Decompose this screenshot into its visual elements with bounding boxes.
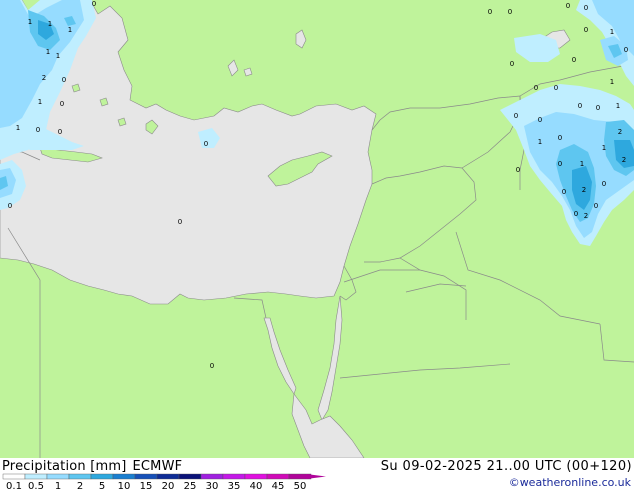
legend-swatch: [200, 473, 224, 480]
precipitation-legend: 0.1 0.5 1 2 5 10 15 20 25 30 35 40 45 50: [2, 473, 326, 490]
precip-value: 0: [510, 60, 514, 68]
precip-value: 0: [210, 362, 214, 370]
valid-time: Su 09-02-2025 21..00 UTC (00+120): [380, 459, 632, 474]
precip-value: 0: [178, 218, 182, 226]
precip-value: 2: [584, 212, 588, 220]
legend-swatch: [244, 473, 268, 480]
precip-value: 0: [92, 0, 96, 8]
precip-value: 0: [624, 46, 628, 54]
precip-value: 0: [566, 2, 570, 10]
precip-value: 0: [578, 102, 582, 110]
precip-value: 0: [58, 128, 62, 136]
legend-tick-label: 45: [272, 481, 285, 490]
precip-value: 0: [8, 202, 12, 210]
legend-tick-label: 35: [228, 481, 241, 490]
legend-tick-label: 0.5: [28, 481, 44, 490]
precip-value: 2: [42, 74, 46, 82]
legend-tick-label: 5: [99, 481, 105, 490]
precip-value: 1: [28, 18, 32, 26]
precip-value: 0: [596, 104, 600, 112]
precip-value: 1: [538, 138, 542, 146]
legend-swatch: [46, 473, 70, 480]
legend-swatch: [68, 473, 92, 480]
precip-value: 1: [602, 144, 606, 152]
forecast-map-view: 1 1 1 1 1 2 0 1 0 1 0 0 0 0 0 0 0 0 0 0 …: [0, 0, 634, 490]
legend-swatch: [222, 473, 246, 480]
legend-swatch: [2, 473, 26, 480]
legend-tick-labels: 0.1 0.5 1 2 5 10 15 20 25 30 35 40 45 50: [6, 481, 306, 490]
precip-value: 0: [36, 126, 40, 134]
precip-value: 0: [554, 84, 558, 92]
legend-swatch: [156, 473, 180, 480]
precip-value: 1: [616, 102, 620, 110]
precip-value: 0: [558, 134, 562, 142]
legend-tick-label: 2: [77, 481, 83, 490]
legend-tick-label: 50: [294, 481, 307, 490]
product-title: Precipitation [mm] ECMWF: [2, 459, 188, 474]
product-name: Precipitation [mm]: [2, 459, 127, 474]
precip-value: 1: [68, 26, 72, 34]
legend-tick-label: 15: [140, 481, 153, 490]
precip-value: 1: [48, 20, 52, 28]
precip-value: 0: [558, 160, 562, 168]
legend-swatch: [266, 473, 290, 480]
precip-value: 0: [584, 4, 588, 12]
precip-value: 0: [508, 8, 512, 16]
legend-swatch: [90, 473, 114, 480]
precip-value: 0: [62, 76, 66, 84]
precip-value: 0: [594, 202, 598, 210]
precip-value: 0: [574, 210, 578, 218]
legend-swatch: [112, 473, 136, 480]
precip-value: 2: [582, 186, 586, 194]
legend-tick-label: 20: [162, 481, 175, 490]
legend-arrow: [306, 474, 326, 479]
legend-swatch: [178, 473, 202, 480]
model-name: ECMWF: [132, 459, 183, 474]
legend-tick-label: 1: [55, 481, 61, 490]
precip-value: 0: [488, 8, 492, 16]
legend-tick-label: 40: [250, 481, 263, 490]
precip-value: 0: [514, 112, 518, 120]
legend-tick-label: 25: [184, 481, 197, 490]
legend-tick-label: 0.1: [6, 481, 22, 490]
precipitation-map: 1 1 1 1 1 2 0 1 0 1 0 0 0 0 0 0 0 0 0 0 …: [0, 0, 634, 458]
legend-swatch: [134, 473, 158, 480]
precip-value: 0: [204, 140, 208, 148]
precip-value: 0: [60, 100, 64, 108]
precip-value: 2: [618, 128, 622, 136]
precip-value: 1: [610, 28, 614, 36]
precip-value: 0: [602, 180, 606, 188]
precip-value: 1: [46, 48, 50, 56]
precip-value: 2: [622, 156, 626, 164]
precip-value: 1: [580, 160, 584, 168]
precip-value: 1: [610, 78, 614, 86]
precip-value: 0: [534, 84, 538, 92]
precip-value: 0: [584, 26, 588, 34]
precip-value: 1: [38, 98, 42, 106]
site-credit: ©weatheronline.co.uk: [508, 476, 631, 489]
legend-swatch: [24, 473, 48, 480]
legend-tick-label: 10: [118, 481, 131, 490]
precip-value: 0: [516, 166, 520, 174]
precip-value: 1: [16, 124, 20, 132]
precip-value: 0: [562, 188, 566, 196]
precip-value: 0: [538, 116, 542, 124]
legend-tick-label: 30: [206, 481, 219, 490]
map-footer: Precipitation [mm] ECMWF Su 09-02-2025 21…: [0, 458, 634, 490]
precip-value: 0: [572, 56, 576, 64]
legend-swatches: [2, 473, 312, 480]
precip-value: 1: [56, 52, 60, 60]
